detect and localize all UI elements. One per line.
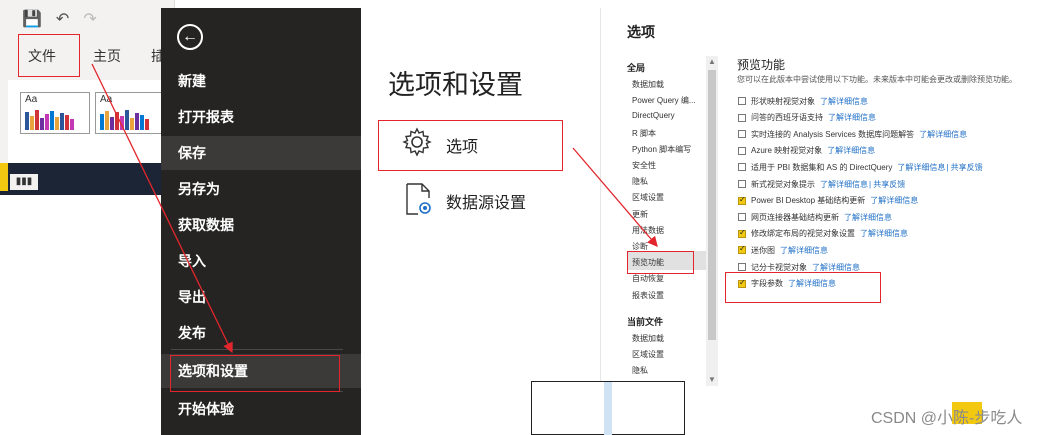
annotation-arrows bbox=[91, 63, 658, 354]
